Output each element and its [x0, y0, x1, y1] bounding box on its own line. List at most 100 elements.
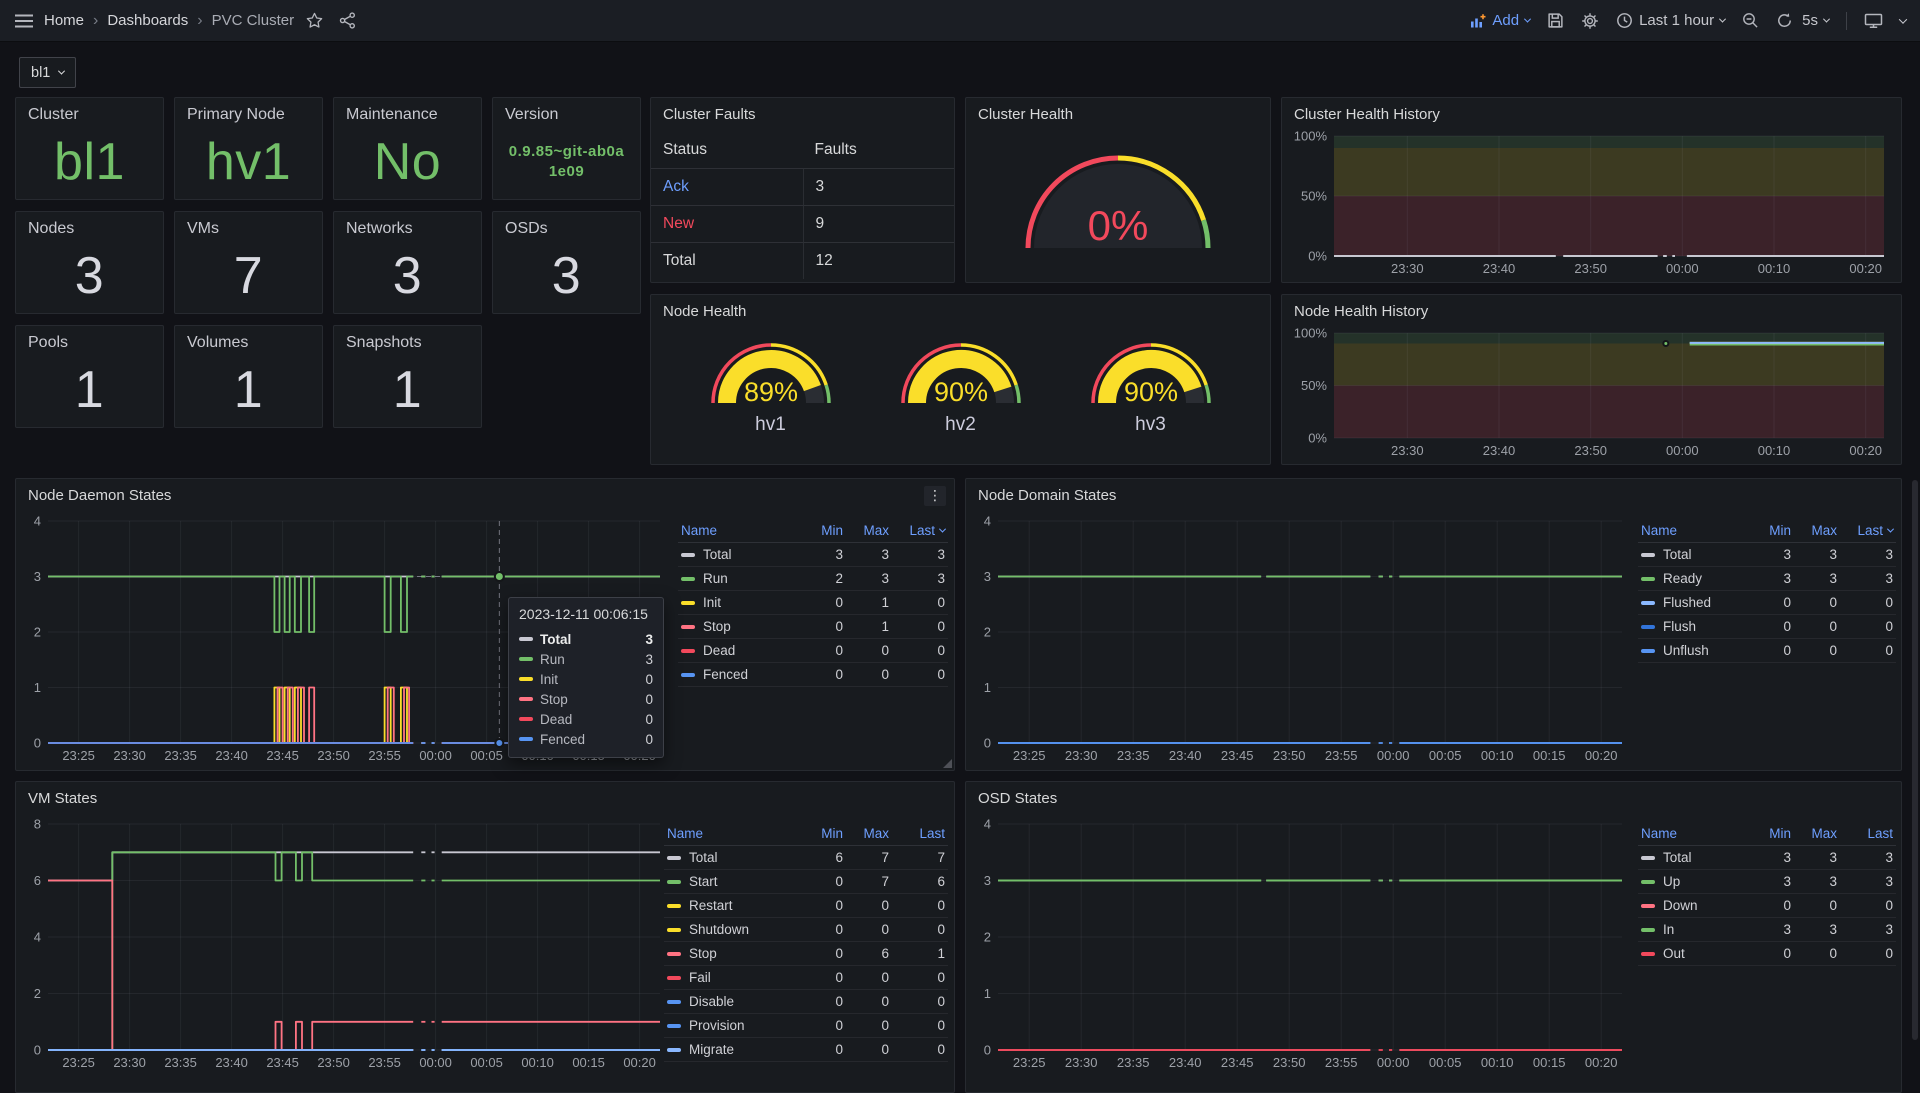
favorite-button[interactable] [306, 12, 323, 29]
legend-series-name[interactable]: Shutdown [664, 918, 800, 942]
legend-header-last[interactable]: Last [1840, 822, 1896, 846]
legend-series-name[interactable]: Fenced [678, 663, 800, 687]
legend-series-name[interactable]: Stop [678, 615, 800, 639]
zoom-out-time-button[interactable] [1742, 12, 1759, 29]
svg-text:00:20: 00:20 [1585, 1055, 1618, 1070]
faults-status-cell[interactable]: Ack [651, 168, 803, 205]
series-color-swatch [1641, 952, 1655, 956]
legend-header-name[interactable]: Name [1638, 519, 1748, 543]
cluster-health-history-chart[interactable]: 23:3023:4023:5000:0000:1000:200%50%100% [1290, 128, 1894, 278]
stat-title[interactable]: Snapshots [334, 326, 481, 360]
legend-header-last[interactable]: Last [892, 519, 948, 543]
stat-title[interactable]: OSDs [493, 212, 640, 246]
legend-series-name[interactable]: Disable [664, 990, 800, 1014]
legend-series-name[interactable]: Total [1638, 543, 1748, 567]
legend-max-value: 3 [1794, 846, 1840, 870]
menu-button[interactable] [14, 13, 34, 29]
breadcrumb-dashboards[interactable]: Dashboards [107, 12, 188, 29]
panel-title[interactable]: Node Health [651, 295, 1270, 327]
stat-title[interactable]: Pools [16, 326, 163, 360]
legend-series-name[interactable]: In [1638, 918, 1748, 942]
panel-title[interactable]: Node Health History [1282, 295, 1901, 327]
legend-header-name[interactable]: Name [678, 519, 800, 543]
legend-last-value: 0 [892, 1014, 948, 1038]
panel-title[interactable]: Node Domain States [966, 479, 1901, 511]
stat-value: 0.9.85~git-ab0a1e09 [493, 128, 640, 195]
save-dashboard-button[interactable] [1547, 12, 1564, 29]
legend-series-name[interactable]: Total [664, 846, 800, 870]
panel-title[interactable]: Node Daemon States [16, 479, 954, 511]
legend-series-name[interactable]: Flushed [1638, 591, 1748, 615]
stat-panel-primary-node: Primary Nodehv1 [174, 97, 323, 200]
legend-series-name[interactable]: Restart [664, 894, 800, 918]
faults-status-cell[interactable]: New [651, 205, 803, 242]
node-domain-states-legend: NameMinMaxLastTotal333Ready333Flushed000… [1638, 519, 1896, 663]
legend-series-name[interactable]: Migrate [664, 1038, 800, 1062]
stat-title[interactable]: Version [493, 98, 640, 132]
stat-title[interactable]: Networks [334, 212, 481, 246]
tv-mode-button[interactable] [1864, 12, 1883, 29]
share-button[interactable] [339, 12, 356, 29]
legend-series-name[interactable]: Init [678, 591, 800, 615]
svg-text:4: 4 [34, 930, 41, 945]
legend-series-name[interactable]: Total [1638, 846, 1748, 870]
save-icon [1547, 12, 1564, 29]
legend-series-name[interactable]: Out [1638, 942, 1748, 966]
panel-title[interactable]: Cluster Health History [1282, 98, 1901, 130]
variable-dropdown-cluster[interactable]: bl1 [19, 57, 76, 88]
breadcrumb-home[interactable]: Home [44, 12, 84, 29]
panel-resize-handle[interactable] [943, 759, 952, 768]
legend-max-value: 0 [846, 663, 892, 687]
panel-title[interactable]: Cluster Faults [651, 98, 954, 130]
node-health-history-chart[interactable]: 23:3023:4023:5000:0000:1000:200%50%100% [1290, 325, 1894, 460]
legend-series-name[interactable]: Start [664, 870, 800, 894]
legend-series-name[interactable]: Unflush [1638, 639, 1748, 663]
legend-header-max[interactable]: Max [1794, 519, 1840, 543]
legend-series-name[interactable]: Provision [664, 1014, 800, 1038]
legend-header-max[interactable]: Max [1794, 822, 1840, 846]
legend-max-value: 7 [846, 870, 892, 894]
legend-header-min[interactable]: Min [1748, 822, 1794, 846]
scrollbar-thumb[interactable] [1912, 480, 1918, 1040]
osd-states-chart[interactable]: 23:2523:3023:3523:4023:4523:5023:5500:00… [972, 816, 1632, 1072]
nav-collapse-button[interactable] [1900, 18, 1906, 24]
legend-series-name[interactable]: Stop [664, 942, 800, 966]
legend-header-max[interactable]: Max [846, 519, 892, 543]
legend-header-name[interactable]: Name [664, 822, 800, 846]
legend-series-name[interactable]: Total [678, 543, 800, 567]
stat-title[interactable]: Volumes [175, 326, 322, 360]
node-domain-states-chart[interactable]: 23:2523:3023:3523:4023:4523:5023:5500:00… [972, 513, 1632, 765]
svg-text:1: 1 [984, 986, 991, 1001]
legend-header-min[interactable]: Min [800, 822, 846, 846]
legend-series-name[interactable]: Up [1638, 870, 1748, 894]
legend-series-name[interactable]: Run [678, 567, 800, 591]
refresh-button[interactable] [1776, 12, 1793, 29]
refresh-interval-picker[interactable]: 5s [1802, 12, 1829, 29]
legend-header-last[interactable]: Last [892, 822, 948, 846]
stat-title[interactable]: Cluster [16, 98, 163, 132]
legend-header-last[interactable]: Last [1840, 519, 1896, 543]
faults-header-faults: Faults [803, 132, 955, 168]
add-button[interactable]: Add [1470, 12, 1530, 29]
legend-header-max[interactable]: Max [846, 822, 892, 846]
panel-menu-button[interactable]: ⋮ [924, 486, 946, 506]
stat-title[interactable]: VMs [175, 212, 322, 246]
legend-header-min[interactable]: Min [1748, 519, 1794, 543]
legend-header-name[interactable]: Name [1638, 822, 1748, 846]
stat-title[interactable]: Nodes [16, 212, 163, 246]
legend-series-name[interactable]: Fail [664, 966, 800, 990]
dashboard-settings-button[interactable] [1581, 12, 1599, 30]
legend-series-name[interactable]: Dead [678, 639, 800, 663]
panel-title[interactable]: Cluster Health [966, 98, 1270, 130]
panel-title[interactable]: VM States [16, 782, 954, 814]
vm-states-chart[interactable]: 23:2523:3023:3523:4023:4523:5023:5500:00… [22, 816, 670, 1072]
stat-title[interactable]: Primary Node [175, 98, 322, 132]
panel-title[interactable]: OSD States [966, 782, 1901, 814]
stat-title[interactable]: Maintenance [334, 98, 481, 132]
legend-series-name[interactable]: Down [1638, 894, 1748, 918]
time-range-picker[interactable]: Last 1 hour [1616, 12, 1725, 29]
legend-series-name[interactable]: Ready [1638, 567, 1748, 591]
legend-series-name[interactable]: Flush [1638, 615, 1748, 639]
legend-header-min[interactable]: Min [800, 519, 846, 543]
legend-last-value: 6 [892, 870, 948, 894]
